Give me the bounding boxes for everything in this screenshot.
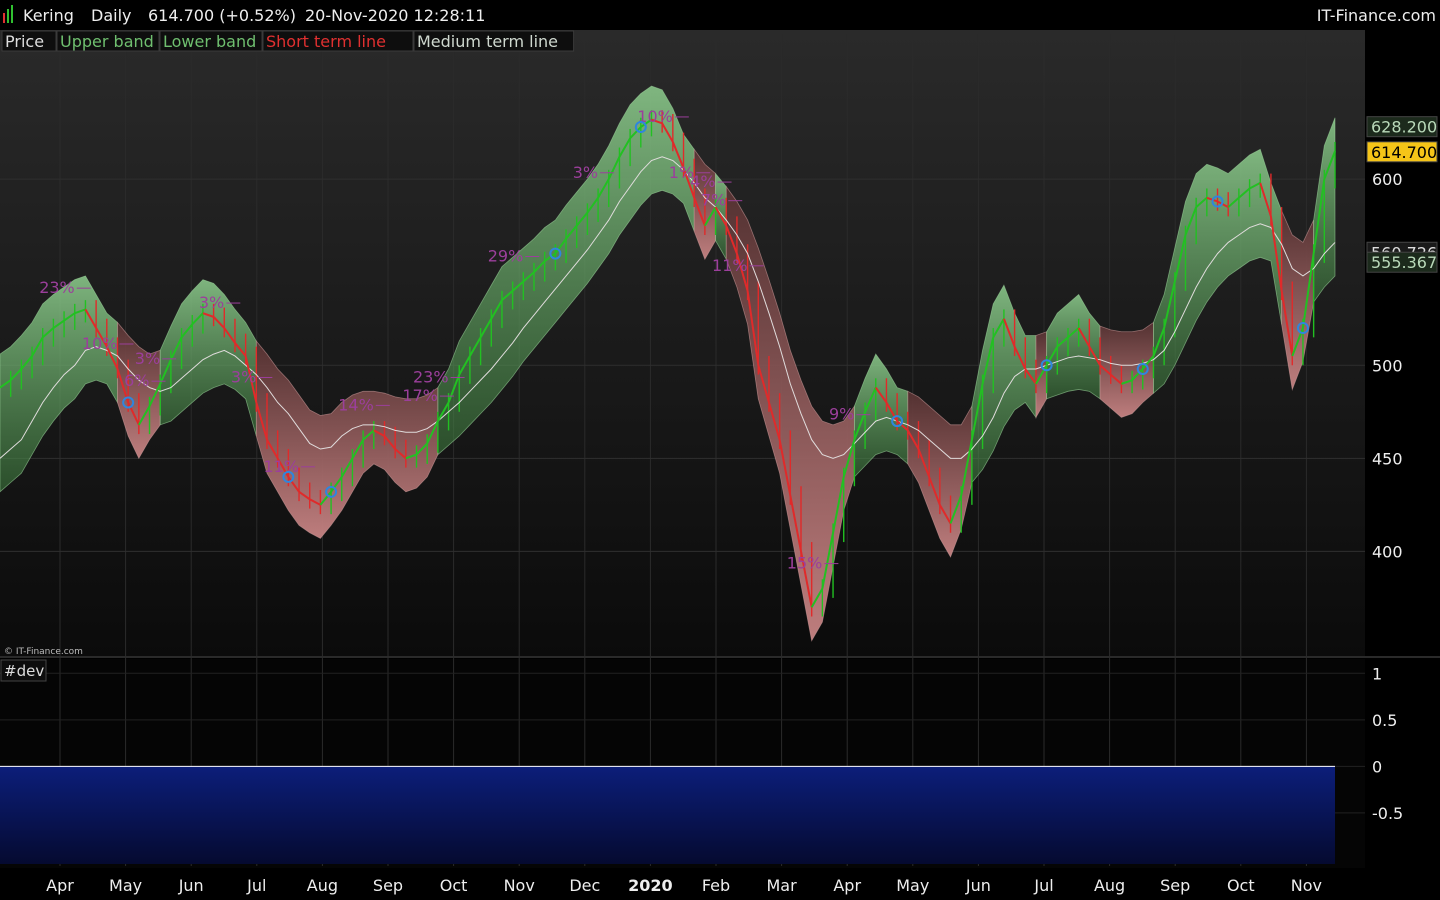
annotation-label: 7%: [701, 191, 726, 210]
annotation-label: 3%: [199, 293, 224, 312]
x-tick-label: May: [896, 876, 929, 895]
annotation-label: 3%: [573, 163, 598, 182]
legend-item: Lower band: [163, 32, 256, 51]
dev-title: #dev: [4, 662, 44, 680]
legend-item: Medium term line: [417, 32, 558, 51]
dev-y-tick-label: 0.5: [1372, 711, 1397, 730]
x-tick-label: Jul: [246, 876, 266, 895]
price-chart[interactable]: 23%10%6%3%3%3%11%14% 17%23%29%3%10%1%4%7%…: [0, 0, 1440, 900]
annotation-label: 17%: [402, 386, 438, 405]
x-tick-label: Mar: [767, 876, 798, 895]
y-tick-label: 450: [1372, 449, 1403, 468]
header-last-price: 614.700 (+0.52%): [148, 6, 296, 25]
annotation-label: 3%: [135, 349, 160, 368]
copyright: © IT-Finance.com: [4, 647, 83, 657]
legend-item: Short term line: [266, 32, 386, 51]
x-tick-label: Apr: [46, 876, 74, 895]
dev-y-tick-label: 1: [1372, 664, 1382, 683]
legend-item: Upper band: [60, 32, 154, 51]
x-tick-label: Sep: [1160, 876, 1190, 895]
y-tick-label: 600: [1372, 170, 1403, 189]
x-tick-label: Sep: [373, 876, 403, 895]
x-tick-label: Jul: [1033, 876, 1053, 895]
annotation-label: 15%: [787, 554, 823, 573]
x-tick-label: Oct: [1227, 876, 1255, 895]
annotation-label: 4%: [690, 172, 715, 191]
legend-item: Price: [5, 32, 44, 51]
header-symbol: Kering: [23, 6, 74, 25]
dev-area: [0, 766, 1335, 864]
y-tick-label: 500: [1372, 356, 1403, 375]
annotation-label: 23%: [39, 278, 75, 297]
x-tick-label: Aug: [1094, 876, 1125, 895]
annotation-label: 9%: [829, 405, 854, 424]
annotation-label: 10%: [82, 334, 118, 353]
legend[interactable]: Price Upper band Lower band Short term line…: [1, 30, 575, 52]
x-tick-label: Nov: [1291, 876, 1322, 895]
x-tick-label: Apr: [833, 876, 861, 895]
x-tick-label: Jun: [178, 876, 204, 895]
header-brand: IT-Finance.com: [1317, 6, 1436, 25]
dev-indicator: [0, 765, 1335, 864]
annotation-label: 23%: [413, 367, 449, 386]
y-tick-label: 400: [1372, 542, 1403, 561]
header-datetime: 20-Nov-2020 12:28:11: [305, 6, 485, 25]
price-marker-label: 614.700: [1371, 143, 1437, 162]
price-marker-label: 628.200: [1371, 118, 1437, 137]
annotation-label: 11%: [712, 256, 748, 275]
x-tick-label: Nov: [504, 876, 535, 895]
x-tick-label: Feb: [702, 876, 730, 895]
header-timeframe: Daily: [91, 6, 131, 25]
annotation-label: 6%: [124, 371, 149, 390]
price-marker-label: 555.367: [1371, 253, 1437, 272]
annotation-label: 14%: [338, 395, 374, 414]
annotation-label: 29%: [488, 247, 524, 266]
x-tick-label: Jun: [965, 876, 991, 895]
dev-y-tick-label: -0.5: [1372, 804, 1403, 823]
x-tick-label: Dec: [569, 876, 600, 895]
dev-y-tick-label: 0: [1372, 757, 1382, 776]
annotation-label: 3%: [231, 367, 256, 386]
annotation-label: 11%: [263, 457, 299, 476]
x-tick-label: Oct: [440, 876, 468, 895]
x-tick-label: May: [109, 876, 142, 895]
x-tick-label: Aug: [307, 876, 338, 895]
x-tick-label: 2020: [628, 876, 673, 895]
